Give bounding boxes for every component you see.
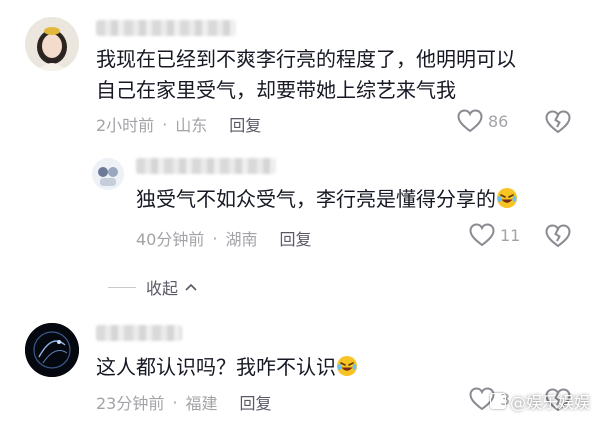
comment-text-content: 独受气不如众受气，李行亮是懂得分享的 [136, 187, 496, 211]
reply-button[interactable]: 回复 [239, 390, 271, 414]
heart-icon [457, 109, 483, 133]
like-count: 11 [500, 225, 521, 245]
watermark-logo-icon [489, 393, 506, 409]
comment-text-line-2: 自己在家里受气，却要带她上综艺来气我 [96, 78, 456, 102]
region-label: 福建 [185, 394, 218, 413]
comment-meta: 23分钟前 · 福建 回复 [96, 390, 272, 414]
comment-text-line-1: 我现在已经到不爽李行亮的程度了，他明明可以 [96, 47, 516, 71]
comment-text: 独受气不如众受气，李行亮是懂得分享的 [136, 184, 518, 215]
avatar-image [25, 17, 79, 71]
heart-icon [469, 223, 495, 247]
separator-dot: · [172, 392, 178, 412]
broken-heart-icon[interactable] [544, 108, 572, 136]
region-label: 山东 [175, 116, 208, 135]
username-blurred[interactable] [136, 158, 276, 174]
comment-text: 这人都认识吗？我咋不认识 [96, 352, 358, 383]
separator-dot: · [162, 114, 168, 134]
watermark: @娱乐娱娱 [489, 389, 590, 413]
avatar[interactable] [92, 158, 124, 190]
comment-text: 我现在已经到不爽李行亮的程度了，他明明可以 自己在家里受气，却要带她上综艺来气我 [96, 44, 516, 106]
comment-meta: 2小时前 · 山东 回复 [96, 112, 261, 136]
username-blurred[interactable] [96, 325, 182, 341]
collapse-replies-button[interactable]: 收起 [108, 275, 198, 299]
like-button[interactable]: 11 [468, 222, 520, 248]
reply-button[interactable]: 回复 [279, 226, 311, 250]
avatar-image [25, 323, 79, 377]
region-label: 湖南 [225, 230, 258, 249]
laughing-crying-emoji-icon [337, 356, 357, 376]
like-count: 86 [488, 111, 509, 131]
laughing-crying-emoji-icon [497, 188, 517, 208]
timestamp: 40分钟前 [136, 230, 205, 249]
reply-button[interactable]: 回复 [229, 112, 261, 136]
like-button[interactable]: 86 [456, 108, 508, 134]
comment-text-content: 这人都认识吗？我咋不认识 [96, 355, 336, 379]
divider [108, 286, 136, 288]
timestamp: 2小时前 [96, 116, 155, 135]
watermark-text: @娱乐娱娱 [509, 393, 590, 412]
username-blurred[interactable] [96, 20, 236, 36]
separator-dot: · [212, 228, 218, 248]
comment-meta: 40分钟前 · 湖南 回复 [136, 226, 312, 250]
broken-heart-icon[interactable] [544, 222, 572, 250]
collapse-label: 收起 [146, 279, 179, 298]
avatar-image [92, 158, 124, 190]
avatar[interactable] [25, 323, 79, 377]
timestamp: 23分钟前 [96, 394, 165, 413]
chevron-up-icon [185, 283, 197, 291]
avatar[interactable] [25, 17, 79, 71]
